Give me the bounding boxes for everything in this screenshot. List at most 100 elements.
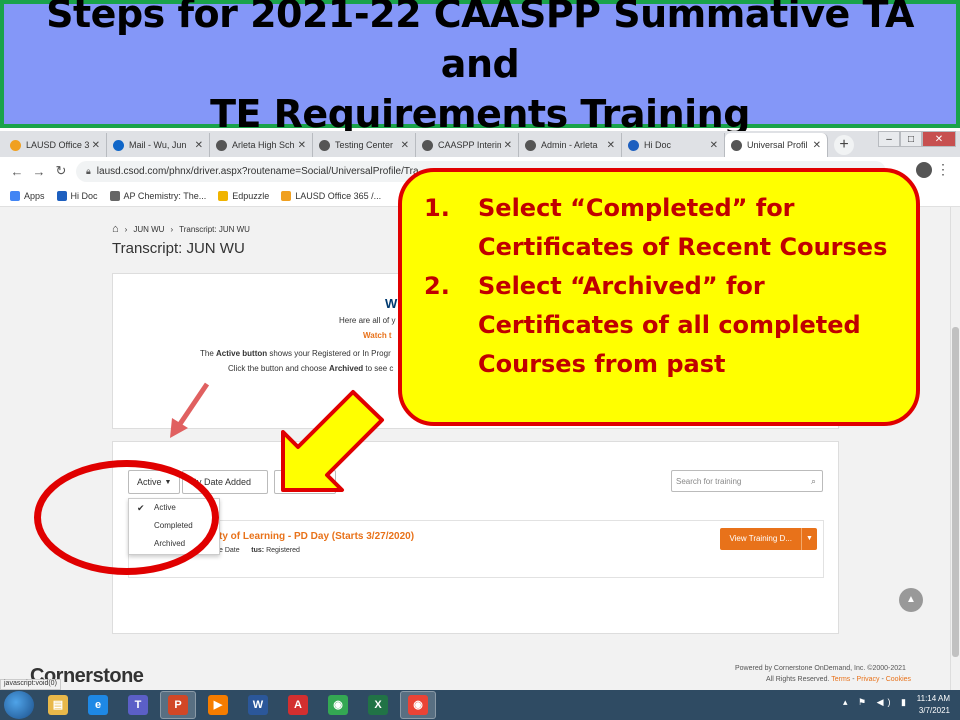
bookmark-icon bbox=[109, 190, 120, 201]
scrollbar-thumb[interactable] bbox=[952, 327, 959, 657]
view-training-caret-icon[interactable]: ▼ bbox=[801, 528, 817, 550]
reload-icon[interactable]: ↻ bbox=[52, 163, 70, 179]
slide-title: Steps for 2021-22 CAASPP Summative TA an… bbox=[4, 0, 956, 139]
tab-title: Mail - Wu, Jun bbox=[129, 140, 187, 150]
new-tab-button[interactable]: + bbox=[834, 135, 854, 155]
status-bar-url: javascript:void(0) bbox=[0, 679, 61, 690]
internet-explorer-glyph: e bbox=[88, 695, 108, 715]
tab-close-icon[interactable]: ✕ bbox=[710, 140, 718, 151]
bookmark-label: Apps bbox=[24, 190, 45, 201]
home-icon[interactable]: ⌂ bbox=[112, 223, 119, 235]
bookmark-item[interactable]: Edpuzzle bbox=[218, 190, 270, 201]
forward-icon[interactable]: → bbox=[30, 164, 48, 179]
bookmark-item[interactable]: AP Chemistry: The... bbox=[109, 190, 207, 201]
dropdown-highlight-ellipse bbox=[34, 460, 219, 575]
bookmark-label: AP Chemistry: The... bbox=[123, 190, 207, 201]
browser-tab[interactable]: LAUSD Office 3 ✕ bbox=[4, 133, 107, 157]
excel-glyph: X bbox=[368, 695, 388, 715]
taskbar-acrobat-icon[interactable]: A bbox=[280, 691, 316, 719]
chrome-glyph: ◉ bbox=[328, 695, 348, 715]
page-title: Transcript: JUN WU bbox=[112, 240, 245, 257]
taskbar-chrome-active-icon[interactable]: ◉ bbox=[400, 691, 436, 719]
type-dropdown-button[interactable]: A bbox=[274, 470, 336, 494]
tab-title: Arleta High Sch bbox=[232, 140, 295, 150]
welcome-line1: Here are all of y bbox=[339, 316, 396, 325]
welcome-heading: W bbox=[385, 296, 398, 311]
welcome-line3-pre: The bbox=[200, 349, 217, 358]
search-icon[interactable]: ⌕ bbox=[811, 476, 816, 487]
bookmark-icon bbox=[56, 190, 67, 201]
tab-close-icon[interactable]: ✕ bbox=[195, 140, 203, 151]
taskbar-excel-icon[interactable]: X bbox=[360, 691, 396, 719]
tab-close-icon[interactable]: ✕ bbox=[401, 140, 409, 151]
welcome-line4-bold: Archived bbox=[328, 364, 364, 373]
breadcrumb-current: Transcript: JUN WU bbox=[179, 224, 250, 234]
welcome-video-link[interactable]: Watch t bbox=[363, 331, 392, 340]
instruction-callout: 1. Select “Completed” for Certificates of… bbox=[398, 168, 920, 426]
browser-tab[interactable]: Universal Profil ✕ bbox=[725, 133, 828, 157]
callout-step-text: Select “Archived” for Certificates of al… bbox=[478, 272, 861, 378]
taskbar-powerpoint-icon[interactable]: P bbox=[160, 691, 196, 719]
training-meta-status-label: tus: bbox=[251, 547, 265, 554]
browser-tab[interactable]: Admin - Arleta ✕ bbox=[519, 133, 622, 157]
footer-terms-link[interactable]: Terms bbox=[831, 676, 850, 683]
scroll-to-top-icon[interactable]: ▲ bbox=[899, 588, 923, 612]
footer-rights: All Rights Reserved. bbox=[766, 676, 830, 683]
slide-title-line1: Steps for 2021-22 CAASPP Summative TA an… bbox=[46, 0, 914, 86]
minimize-button[interactable]: – bbox=[878, 131, 900, 147]
view-training-button[interactable]: View Training D... bbox=[720, 528, 801, 550]
tab-title: LAUSD Office 3 bbox=[26, 140, 89, 150]
taskbar-clock[interactable]: 11:14 AM 3/7/2021 bbox=[917, 693, 950, 717]
tab-title: Testing Center bbox=[335, 140, 394, 150]
tab-close-icon[interactable]: ✕ bbox=[813, 140, 821, 151]
browser-tab[interactable]: Testing Center ✕ bbox=[313, 133, 416, 157]
welcome-line4-pre: Click the button and choose bbox=[228, 364, 329, 373]
tab-close-icon[interactable]: ✕ bbox=[504, 140, 512, 151]
tab-close-icon[interactable]: ✕ bbox=[607, 140, 615, 151]
system-tray-icons[interactable]: ▴ ⚑ ◀) ▮ bbox=[843, 697, 910, 708]
browser-tab[interactable]: Mail - Wu, Jun ✕ bbox=[107, 133, 210, 157]
bookmark-icon bbox=[10, 190, 20, 201]
bookmark-label: Edpuzzle bbox=[232, 190, 270, 201]
tab-title: Admin - Arleta bbox=[541, 140, 598, 150]
lock-icon: 🔒︎ bbox=[86, 166, 91, 176]
close-window-button[interactable]: ✕ bbox=[922, 131, 956, 147]
taskbar-media-player-icon[interactable]: ▶ bbox=[200, 691, 236, 719]
bookmark-item[interactable]: Apps bbox=[10, 190, 45, 201]
taskbar-chrome-icon[interactable]: ◉ bbox=[320, 691, 356, 719]
bookmark-item[interactable]: LAUSD Office 365 /... bbox=[281, 190, 381, 201]
search-training-input[interactable]: Search for training ⌕ bbox=[671, 470, 823, 492]
taskbar-file-explorer-icon[interactable]: ▤ bbox=[40, 691, 76, 719]
breadcrumb-separator-icon: › bbox=[124, 224, 128, 234]
maximize-button[interactable]: □ bbox=[900, 131, 922, 147]
browser-tab[interactable]: Hi Doc ✕ bbox=[622, 133, 725, 157]
start-button-icon[interactable] bbox=[4, 691, 34, 719]
bookmark-icon bbox=[281, 190, 292, 201]
chrome-active-glyph: ◉ bbox=[408, 695, 428, 715]
training-title[interactable]: ty of Learning - PD Day (Starts 3/27/202… bbox=[219, 531, 414, 542]
browser-tab[interactable]: CAASPP Interim ✕ bbox=[416, 133, 519, 157]
browser-menu-icon[interactable]: ⋮ bbox=[936, 161, 950, 178]
view-training-button-group: View Training D... ▼ bbox=[720, 528, 817, 550]
page-scrollbar[interactable] bbox=[950, 207, 960, 690]
bookmark-label: Hi Doc bbox=[70, 190, 98, 201]
breadcrumb-user[interactable]: JUN WU bbox=[133, 225, 164, 234]
welcome-line3: The Active button shows your Registered … bbox=[200, 349, 391, 358]
profile-avatar-icon[interactable] bbox=[916, 162, 932, 178]
footer-links: All Rights Reserved. Terms - Privacy - C… bbox=[766, 676, 912, 683]
footer-privacy-link[interactable]: Privacy bbox=[857, 676, 880, 683]
taskbar-internet-explorer-icon[interactable]: e bbox=[80, 691, 116, 719]
footer-cookies-link[interactable]: Cookies bbox=[886, 676, 911, 683]
taskbar-word-icon[interactable]: W bbox=[240, 691, 276, 719]
search-placeholder: Search for training bbox=[676, 476, 742, 486]
callout-step: 2. Select “Archived” for Certificates of … bbox=[424, 267, 916, 384]
breadcrumb: ⌂ › JUN WU › Transcript: JUN WU bbox=[112, 223, 250, 235]
taskbar-teams-icon[interactable]: T bbox=[120, 691, 156, 719]
back-icon[interactable]: ← bbox=[8, 164, 26, 179]
training-row: ty of Learning - PD Day (Starts 3/27/202… bbox=[128, 520, 824, 578]
browser-tab[interactable]: Arleta High Sch ✕ bbox=[210, 133, 313, 157]
bookmark-item[interactable]: Hi Doc bbox=[56, 190, 98, 201]
tab-close-icon[interactable]: ✕ bbox=[298, 140, 306, 151]
tab-close-icon[interactable]: ✕ bbox=[92, 140, 100, 151]
transcript-panel: Active ▼ By Date Added A Search for train… bbox=[112, 441, 839, 634]
